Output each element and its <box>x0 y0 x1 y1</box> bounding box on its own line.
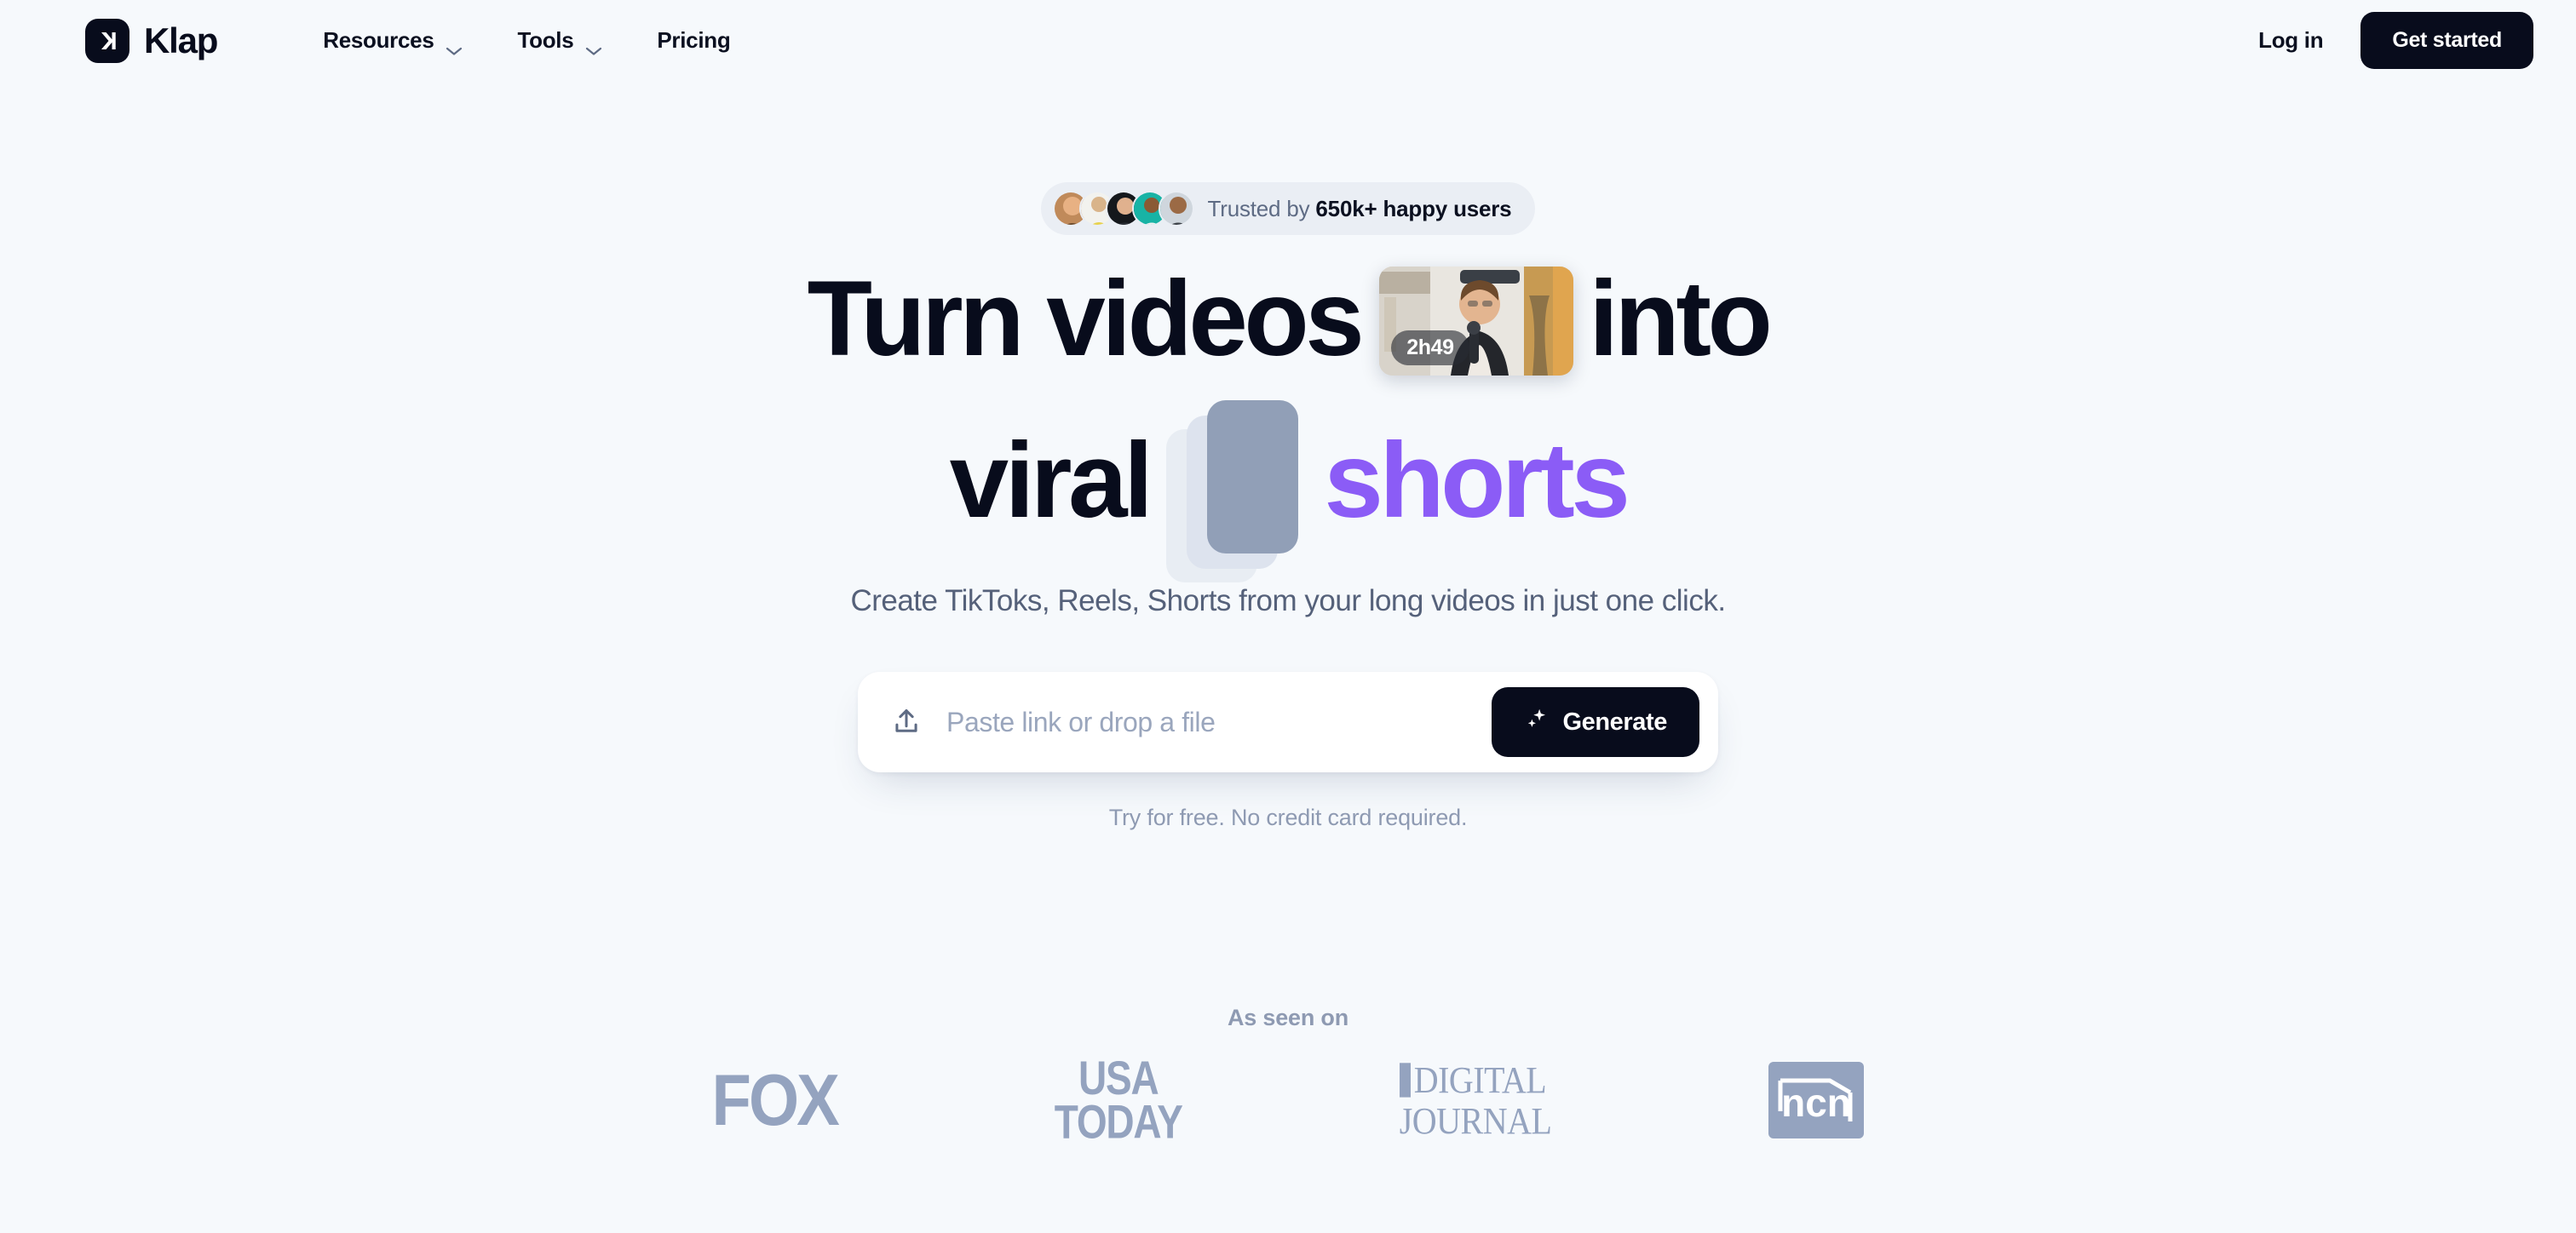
video-input-bar: Generate <box>858 672 1718 772</box>
nav-links: Resources Tools Pricing <box>296 17 757 64</box>
headline-word-turn-videos: Turn videos <box>807 259 1365 378</box>
nav-item-label: Tools <box>517 27 574 53</box>
sparkle-icon <box>1524 706 1550 738</box>
chevron-down-icon <box>585 36 602 55</box>
phone-card-front <box>1207 399 1299 553</box>
avatar-group <box>1052 191 1194 227</box>
nav-item-tools[interactable]: Tools <box>490 17 630 64</box>
video-duration-badge: 2h49 <box>1391 330 1469 365</box>
klap-mark-icon <box>85 18 129 63</box>
digital-journal-bar-icon <box>1399 1062 1411 1097</box>
digital-journal-line-2: JOURNAL <box>1399 1098 1552 1143</box>
fox-logo: FOX <box>711 1059 840 1141</box>
headline-word-shorts: shorts <box>1324 421 1630 540</box>
ncn-logo: ncn <box>1768 1062 1865 1138</box>
headline-word-viral: viral <box>949 421 1153 540</box>
nav-item-pricing[interactable]: Pricing <box>630 17 757 64</box>
digital-journal-line-1: DIGITAL <box>1413 1058 1547 1101</box>
headline-line-1: Turn videos 2h49 into <box>0 259 2576 378</box>
generate-button-label: Generate <box>1562 708 1667 736</box>
phone-stack-graphic <box>1166 399 1315 582</box>
hero-section: Trusted by 650k+ happy users Turn videos <box>0 81 2576 831</box>
trusted-by-badge: Trusted by 650k+ happy users <box>1040 182 1536 235</box>
chevron-down-icon <box>446 36 463 55</box>
nav-actions: Log in Get started <box>2258 12 2533 69</box>
login-link[interactable]: Log in <box>2258 27 2323 54</box>
headline-line-2: viral shorts <box>0 399 2576 582</box>
digital-journal-line-1-wrap: DIGITAL <box>1399 1058 1552 1101</box>
nav-item-resources[interactable]: Resources <box>296 17 490 64</box>
hero-fineprint: Try for free. No credit card required. <box>1108 805 1468 830</box>
usa-today-logo: USA TODAY <box>1054 1051 1183 1149</box>
video-thumbnail: 2h49 <box>1379 267 1574 376</box>
nav-item-label: Pricing <box>657 27 731 53</box>
hero-subtitle: Create TikToks, Reels, Shorts from your … <box>850 584 1726 617</box>
press-logo-row: FOX USA TODAY DIGITAL JOURNAL ncn <box>0 1054 2576 1145</box>
usa-today-line-1: USA <box>1078 1051 1159 1104</box>
trusted-by-text: Trusted by 650k+ happy users <box>1208 196 1512 222</box>
nav-item-label: Resources <box>323 27 434 53</box>
top-navigation-bar: Klap Resources Tools Pricing Log in Get … <box>0 0 2576 81</box>
brand-name: Klap <box>144 20 218 60</box>
trusted-count: 650k+ <box>1315 195 1377 221</box>
paste-link-input[interactable] <box>946 706 1492 738</box>
headline-word-into: into <box>1589 259 1773 378</box>
as-seen-on-label: As seen on <box>1227 1005 1349 1030</box>
generate-button[interactable]: Generate <box>1492 687 1699 757</box>
trusted-prefix: Trusted by <box>1207 195 1316 221</box>
trusted-suffix: happy users <box>1377 195 1512 221</box>
digital-journal-logo: DIGITAL JOURNAL <box>1399 1058 1552 1143</box>
avatar <box>1158 191 1194 227</box>
get-started-button[interactable]: Get started <box>2360 12 2533 69</box>
as-seen-on-section: As seen on FOX USA TODAY DIGITAL JOURNAL… <box>0 1005 2576 1145</box>
brand-logo[interactable]: Klap <box>85 18 218 63</box>
usa-today-line-2: TODAY <box>1054 1095 1183 1149</box>
upload-icon <box>890 706 923 738</box>
hero-headline: Turn videos 2h49 into viral shorts <box>0 259 2576 582</box>
